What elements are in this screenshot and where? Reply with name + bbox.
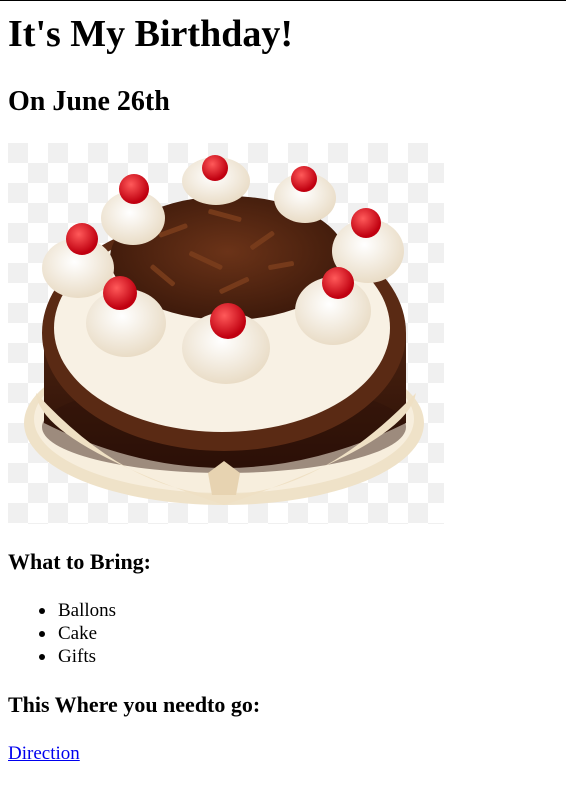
list-item: Ballons	[39, 599, 117, 622]
bring-list: Ballons Cake Gifts	[8, 599, 116, 668]
direction-link[interactable]: Direction	[8, 742, 80, 765]
cake-icon	[8, 143, 444, 524]
cake-image	[8, 143, 444, 524]
bring-heading: What to Bring:	[8, 549, 151, 574]
list-item: Gifts	[39, 645, 116, 668]
page-title: It's My Birthday!	[8, 13, 293, 55]
list-item-label: Ballons	[58, 600, 117, 621]
bullet-icon	[39, 608, 45, 614]
top-border	[0, 0, 566, 1]
bullet-icon	[39, 654, 45, 660]
page-subtitle: On June 26th	[8, 86, 170, 117]
bullet-icon	[39, 631, 45, 637]
where-heading: This Where you needto go:	[8, 692, 261, 717]
list-item-label: Gifts	[58, 646, 96, 667]
list-item-label: Cake	[58, 623, 98, 644]
list-item: Cake	[39, 622, 116, 645]
